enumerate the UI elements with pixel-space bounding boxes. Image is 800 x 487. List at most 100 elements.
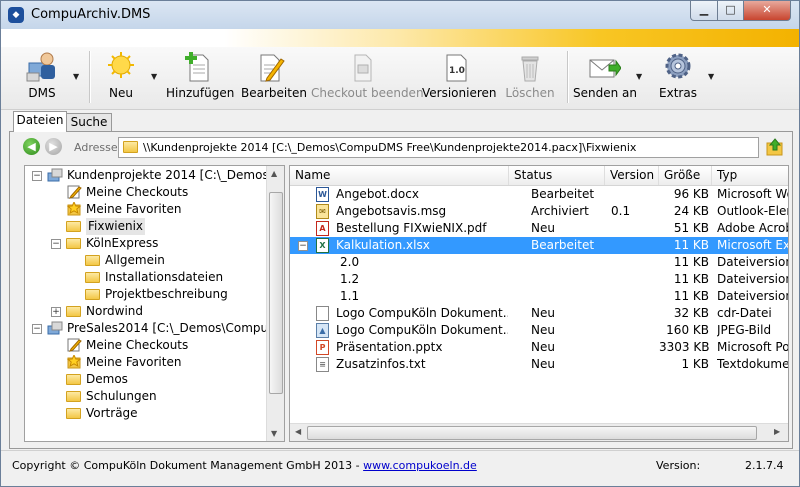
scroll-left-arrow-icon[interactable]: ◀ xyxy=(295,427,301,436)
archive-icon xyxy=(47,168,63,182)
tree-item[interactable]: Meine Checkouts xyxy=(25,337,266,354)
forward-arrow-icon[interactable]: ▶ xyxy=(45,138,62,155)
folder-icon xyxy=(123,141,138,153)
tree-item-label: Fixwienix xyxy=(86,218,146,235)
table-row[interactable]: ≡ Zusatzinfos.txt Neu 1 KB Textdokumer xyxy=(290,356,788,373)
chevron-down-icon[interactable]: ▼ xyxy=(636,72,642,81)
loeschen-label: Löschen xyxy=(505,86,555,100)
tree-item[interactable]: Vorträge xyxy=(25,405,266,422)
folder-icon xyxy=(66,306,81,317)
column-header-status[interactable]: Status xyxy=(509,166,605,185)
tree-item[interactable]: Meine Favoriten xyxy=(25,353,266,371)
list-scroll-thumb[interactable] xyxy=(307,426,757,440)
folder-icon xyxy=(85,255,100,266)
tree-item[interactable]: Allgemein xyxy=(25,252,266,269)
expand-icon[interactable]: + xyxy=(51,307,61,317)
table-row-selected[interactable]: − X Kalkulation.xlsx Bearbeitet 11 KB Microso… xyxy=(290,237,788,254)
close-button[interactable]: ✕ xyxy=(743,1,791,21)
copyright-label: Copyright © CompuKöln Dokument Managemen… xyxy=(12,459,364,472)
dms-label: DMS xyxy=(28,86,56,100)
tree-item[interactable]: − Kundenprojekte 2014 [C:\_Demos\Co xyxy=(25,167,284,184)
cell-size: 51 KB xyxy=(673,221,709,235)
cell-name: 1.1 xyxy=(340,289,360,303)
table-row[interactable]: W Angebot.docx Bearbeitet 96 KB Microsoft Wo xyxy=(290,186,788,203)
table-row[interactable]: ✉ Angebotsavis.msg Archiviert 0.1 24 KB Outlo… xyxy=(290,203,788,220)
file-list[interactable]: Name Status Version Größe Typ ◀ ▶ W Angeb… xyxy=(289,165,789,442)
cell-name: Bestellung FIXwieNIX.pdf xyxy=(336,221,487,235)
scroll-down-arrow-icon[interactable]: ▼ xyxy=(271,429,277,438)
collapse-icon[interactable]: − xyxy=(32,324,42,334)
versionieren-button[interactable]: 1.0 Versionieren xyxy=(422,51,497,107)
tree-item[interactable]: Projektbeschreibung xyxy=(25,286,266,303)
table-row[interactable]: P Präsentation.pptx Neu 3303 KB Microsoft Po xyxy=(290,339,788,356)
maximize-button[interactable]: □ xyxy=(717,1,744,21)
tree-item[interactable]: + Nordwind xyxy=(25,303,266,320)
scroll-up-arrow-icon[interactable]: ▲ xyxy=(271,169,277,178)
tree-item-label: Vorträge xyxy=(86,406,138,420)
folder-up-icon[interactable] xyxy=(766,138,784,156)
app-icon[interactable]: ◆ xyxy=(8,7,24,23)
toolbar-separator xyxy=(567,51,569,103)
chevron-down-icon[interactable]: ▼ xyxy=(151,72,157,81)
tree-item[interactable]: Installationsdateien xyxy=(25,269,266,286)
scroll-right-arrow-icon[interactable]: ▶ xyxy=(774,427,780,436)
chevron-down-icon[interactable]: ▼ xyxy=(708,72,714,81)
neu-button[interactable]: Neu xyxy=(99,51,143,107)
table-row[interactable]: 2.0 11 KB Dateiversion xyxy=(290,254,788,271)
tree-scroll-thumb[interactable] xyxy=(269,192,283,394)
collapse-icon[interactable]: − xyxy=(298,241,308,251)
bearbeiten-button[interactable]: Bearbeiten xyxy=(241,51,307,107)
tree-item[interactable]: Schulungen xyxy=(25,388,266,405)
collapse-icon[interactable]: − xyxy=(51,239,61,249)
folder-tree[interactable]: Vorträge Schulungen Demos Meine Favoriten Me… xyxy=(24,165,285,442)
tree-item[interactable]: Meine Favoriten xyxy=(25,200,266,218)
cell-size: 24 KB xyxy=(673,204,709,218)
cell-name: Angebot.docx xyxy=(336,187,419,201)
column-header-version[interactable]: Version xyxy=(605,166,659,185)
back-arrow-icon[interactable]: ◀ xyxy=(23,138,40,155)
tree-item[interactable]: Demos xyxy=(25,371,266,388)
hinzufuegen-button[interactable]: Hinzufügen xyxy=(166,51,234,107)
dms-button[interactable]: DMS xyxy=(14,51,70,107)
tree-item[interactable]: − PreSales2014 [C:\_Demos\CompuDMS xyxy=(25,320,284,337)
address-label: Adresse xyxy=(74,141,118,154)
collapse-icon[interactable]: − xyxy=(32,171,42,181)
column-header-typ[interactable]: Typ xyxy=(712,166,788,185)
extras-button[interactable]: Extras xyxy=(655,51,701,107)
column-header-groesse[interactable]: Größe xyxy=(659,166,712,185)
mail-icon: ✉ xyxy=(316,204,329,219)
folder-icon xyxy=(85,289,100,300)
table-row[interactable]: Logo CompuKöln Dokument... Neu 32 KB cdr-Da… xyxy=(290,305,788,322)
column-header-name[interactable]: Name xyxy=(290,166,509,185)
table-row[interactable]: 1.1 11 KB Dateiversion xyxy=(290,288,788,305)
tree-vertical-scrollbar[interactable]: ▲ ▼ xyxy=(266,166,284,441)
tree-item-label: Installationsdateien xyxy=(105,270,224,284)
list-horizontal-scrollbar[interactable]: ◀ ▶ xyxy=(290,423,788,441)
table-row[interactable]: A Bestellung FIXwieNIX.pdf Neu 51 KB Adobe A… xyxy=(290,220,788,237)
header-accent-band xyxy=(1,29,799,47)
title-bar[interactable]: ◆ CompuArchiv.DMS ▁ □ ✕ xyxy=(1,1,799,29)
word-icon: W xyxy=(316,187,329,202)
chevron-down-icon[interactable]: ▼ xyxy=(73,72,79,81)
senden-an-button[interactable]: Senden an xyxy=(573,51,637,107)
loeschen-button[interactable]: Löschen xyxy=(504,51,556,107)
tree-item[interactable]: Fixwienix xyxy=(25,218,266,235)
table-row[interactable]: 1.2 11 KB Dateiversion xyxy=(290,271,788,288)
checkout-beenden-button[interactable]: Checkout beenden xyxy=(311,51,424,107)
website-link[interactable]: www.compukoeln.de xyxy=(363,459,477,472)
cell-status: Bearbeitet xyxy=(531,187,595,201)
tab-dateien[interactable]: Dateien xyxy=(13,111,67,132)
table-row[interactable]: ▲ Logo CompuKöln Dokument... Neu 160 KB JPEG… xyxy=(290,322,788,339)
cell-type: JPEG-Bild xyxy=(717,323,772,337)
minimize-button[interactable]: ▁ xyxy=(690,1,718,21)
cell-name: Angebotsavis.msg xyxy=(336,204,447,218)
tree-item[interactable]: Meine Checkouts xyxy=(25,184,266,201)
checkout-beenden-label: Checkout beenden xyxy=(311,86,424,100)
cell-name: Logo CompuKöln Dokument... xyxy=(336,323,508,337)
cell-status: Neu xyxy=(531,357,555,371)
tree-item[interactable]: − KölnExpress xyxy=(25,235,266,252)
address-bar[interactable]: \\Kundenprojekte 2014 [C:\_Demos\CompuDM… xyxy=(118,137,759,158)
tab-suche[interactable]: Suche xyxy=(66,113,112,131)
file-icon xyxy=(316,306,329,321)
cell-type: Textdokumer xyxy=(717,357,789,371)
